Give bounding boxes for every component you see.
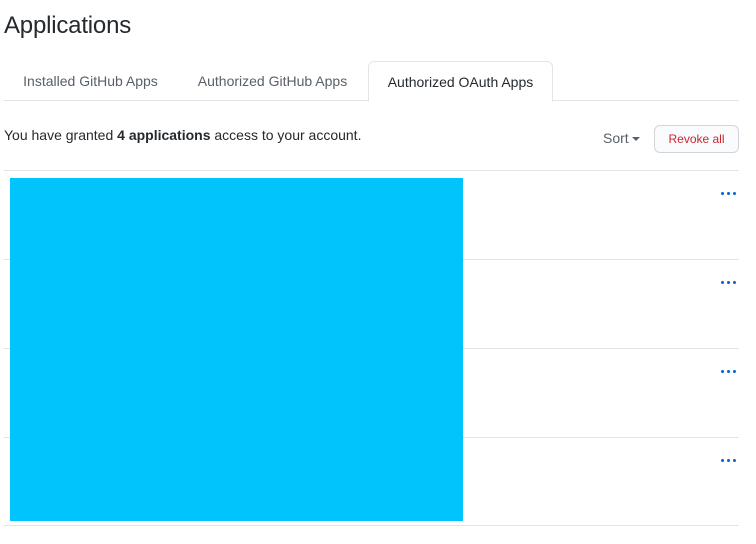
menu-dot	[720, 280, 724, 284]
tab-nav: Installed GitHub Apps Authorized GitHub …	[4, 61, 739, 102]
menu-dot	[720, 369, 724, 373]
menu-dot	[726, 369, 730, 373]
sort-dropdown[interactable]: Sort	[603, 130, 640, 146]
applications-page: Applications Installed GitHub Apps Autho…	[0, 0, 756, 544]
kebab-horizontal-icon[interactable]	[717, 274, 739, 290]
application-count: 4 applications	[117, 127, 211, 143]
grant-summary: You have granted 4 applications access t…	[4, 127, 361, 143]
tab-authorized-github-apps[interactable]: Authorized GitHub Apps	[177, 61, 368, 101]
menu-dot	[720, 191, 724, 195]
menu-dot	[732, 191, 736, 195]
kebab-horizontal-icon[interactable]	[717, 452, 739, 468]
menu-dot	[726, 458, 730, 462]
page-title: Applications	[4, 12, 132, 39]
sort-label: Sort	[603, 130, 629, 146]
menu-dot	[726, 191, 730, 195]
kebab-horizontal-icon[interactable]	[717, 363, 739, 379]
summary-prefix: You have granted	[4, 127, 118, 143]
revoke-all-button[interactable]: Revoke all	[654, 125, 739, 153]
caret-down-icon	[631, 137, 640, 142]
kebab-horizontal-icon[interactable]	[717, 185, 739, 201]
menu-dot	[732, 458, 736, 462]
menu-dot	[732, 369, 736, 373]
summary-suffix: access to your account.	[210, 127, 362, 143]
tab-installed-github-apps[interactable]: Installed GitHub Apps	[4, 61, 177, 101]
tab-authorized-oauth-apps[interactable]: Authorized OAuth Apps	[368, 61, 553, 102]
menu-dot	[732, 280, 736, 284]
menu-dot	[726, 280, 730, 284]
menu-dot	[720, 458, 724, 462]
redaction-block	[10, 178, 463, 521]
